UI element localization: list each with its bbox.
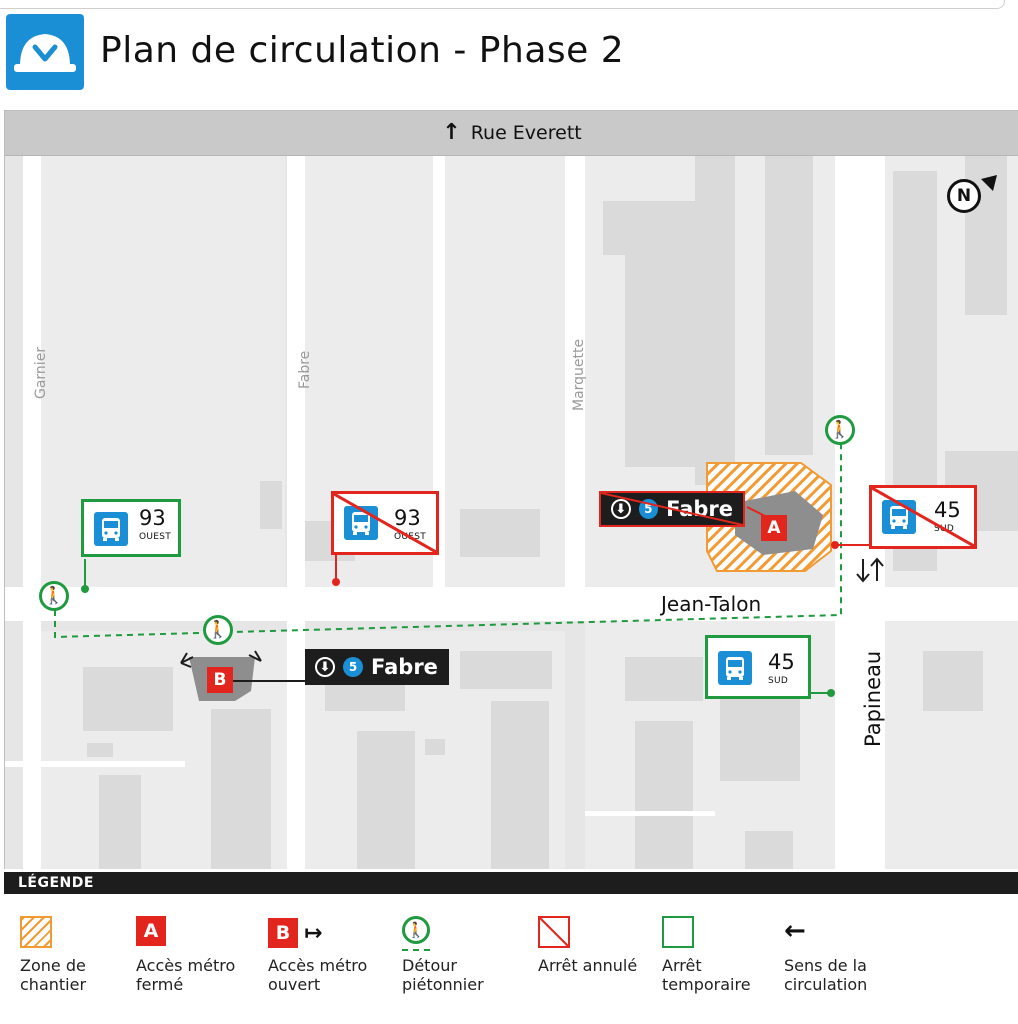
metro-access-closed-icon: A xyxy=(136,916,166,946)
legend-item-stop-cancelled: Arrêt annulé xyxy=(538,916,668,975)
metro-access-b-open[interactable]: B xyxy=(207,667,233,693)
legend-item-traffic-direction: ← Sens de la circulation xyxy=(784,916,914,994)
bus-stop-93-cancelled[interactable]: 93 OUEST xyxy=(331,491,439,555)
street-label-papineau: Papineau xyxy=(861,650,885,747)
cancelled-cross-icon xyxy=(334,494,436,552)
north-compass: N xyxy=(947,179,981,213)
bus-route-number: 93 xyxy=(139,506,166,530)
arrow-left-icon: ← xyxy=(784,916,806,946)
page-header: Plan de circulation - Phase 2 xyxy=(0,0,1018,108)
worksite-hatch-icon xyxy=(20,916,52,948)
bus-stop-93-temporary[interactable]: 93 OUEST xyxy=(81,499,181,557)
legend-label: Zone de chantier xyxy=(20,956,87,994)
cancelled-cross-icon xyxy=(601,493,743,525)
pedestrian-icon: 🚶 xyxy=(825,415,855,445)
top-street-bar: ↑ Rue Everett xyxy=(5,111,1018,156)
cancelled-cross-icon xyxy=(872,488,974,546)
dashed-path-icon xyxy=(402,949,430,951)
legend-label: Sens de la circulation xyxy=(784,956,868,994)
street-label-jean-talon: Jean-Talon xyxy=(661,592,762,616)
legend-label: Arrêt temporaire xyxy=(662,956,751,994)
stop-temporary-icon xyxy=(662,916,694,948)
legend-item-metro-closed: A Accès métro fermé xyxy=(136,916,266,994)
arrow-up-icon: ↑ xyxy=(442,120,461,145)
page-title: Plan de circulation - Phase 2 xyxy=(100,30,625,71)
legend-label: Arrêt annulé xyxy=(538,956,638,975)
legend-label: Détour piétonnier xyxy=(402,956,484,994)
pedestrian-icon: 🚶 xyxy=(39,581,69,611)
legend-item-metro-open: B ↦ Accès métro ouvert xyxy=(268,916,398,994)
metro-access-a-closed[interactable]: A xyxy=(761,515,787,541)
north-pointer-icon xyxy=(981,175,997,191)
metro-icon: ⬇ xyxy=(315,657,335,677)
exit-arrow-icon: ↦ xyxy=(304,920,323,946)
bus-direction: OUEST xyxy=(139,532,172,542)
bus-route-number: 45 xyxy=(768,650,795,674)
legend-label: Accès métro ouvert xyxy=(268,956,368,994)
bus-icon xyxy=(94,512,128,546)
north-label: N xyxy=(956,186,972,206)
header-top-rule xyxy=(0,0,1005,9)
metro-label-fabre-closed[interactable]: ⬇ 5 Fabre xyxy=(599,491,745,527)
street-label-garnier: Garnier xyxy=(33,346,49,399)
bus-direction: SUD xyxy=(768,676,789,686)
metro-label-fabre-open[interactable]: ⬇ 5 Fabre xyxy=(305,649,449,685)
legend: Zone de chantier A Accès métro fermé B ↦… xyxy=(4,894,1018,1024)
bus-stop-45-temporary[interactable]: 45 SUD xyxy=(705,635,811,699)
circulation-map: ↑ Rue Everett N Garnier Fabre Marquette … xyxy=(4,110,1018,869)
top-street-label: Rue Everett xyxy=(470,122,582,144)
bus-stop-45-cancelled[interactable]: 45 SUD xyxy=(869,485,977,549)
hard-hat-icon xyxy=(6,14,84,90)
legend-label: Accès métro fermé xyxy=(136,956,236,994)
street-label-fabre: Fabre xyxy=(297,350,313,389)
legend-title: LÉGENDE xyxy=(4,872,1018,894)
metro-station-name: Fabre xyxy=(371,655,438,679)
map-base-layer xyxy=(5,155,1018,869)
legend-item-pedestrian-detour: 🚶 Détour piétonnier xyxy=(402,916,532,994)
pedestrian-icon: 🚶 xyxy=(203,615,233,645)
legend-item-worksite: Zone de chantier xyxy=(20,916,150,994)
street-label-marquette: Marquette xyxy=(571,338,587,411)
pedestrian-icon: 🚶 xyxy=(402,916,430,944)
metro-access-open-icon: B xyxy=(268,918,298,948)
metro-line-badge: 5 xyxy=(343,657,363,677)
bus-icon xyxy=(718,651,752,685)
legend-item-stop-temporary: Arrêt temporaire xyxy=(662,916,792,994)
stop-cancelled-icon xyxy=(538,916,570,948)
